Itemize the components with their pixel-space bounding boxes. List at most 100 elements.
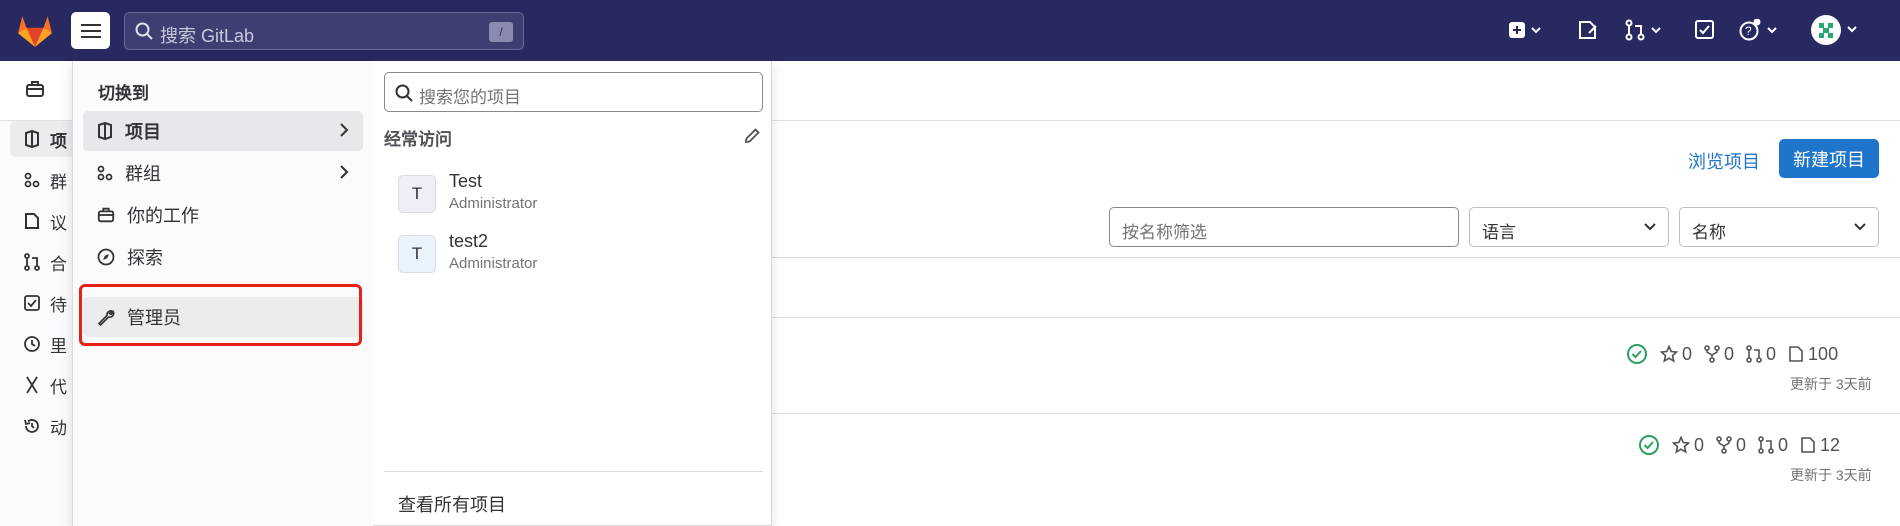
sidebar-item-label: 合 xyxy=(50,254,67,274)
issues-icon xyxy=(1801,437,1815,453)
snippet-icon xyxy=(26,376,38,394)
updated-time: 更新于 3天前 xyxy=(1790,376,1872,392)
gitlab-logo[interactable] xyxy=(16,12,54,48)
sidebar-item-label: 里 xyxy=(50,336,67,356)
merge-request-icon xyxy=(1746,345,1762,363)
star-icon xyxy=(1672,436,1690,454)
sidebar-item-label: 议 xyxy=(50,213,67,233)
project-icon xyxy=(98,122,112,140)
clock-icon xyxy=(24,336,40,352)
project-owner: Administrator xyxy=(449,195,538,212)
pipeline-passed-icon[interactable] xyxy=(1626,343,1648,365)
updated-time: 更新于 3天前 xyxy=(1790,467,1872,483)
search-icon xyxy=(135,22,153,40)
sidebar-item-projects[interactable]: 项 xyxy=(10,121,80,157)
issue-count-value: 12 xyxy=(1820,434,1841,455)
sidebar-item-activity[interactable]: 动 xyxy=(10,408,80,444)
menu-item-label: 项目 xyxy=(125,122,161,142)
divider xyxy=(384,471,763,472)
merge-request-count[interactable]: 0 xyxy=(1746,344,1776,365)
frequent-project-item[interactable]: T test2 Administrator xyxy=(398,231,748,281)
svg-text:?: ? xyxy=(1745,24,1752,38)
issue-count[interactable]: 100 xyxy=(1788,344,1838,365)
sidebar-item-merge-requests[interactable]: 合 xyxy=(10,244,80,280)
menu-item-explore[interactable]: 探索 xyxy=(83,237,363,277)
global-search-input[interactable]: 搜索 GitLab / xyxy=(124,12,524,50)
pipeline-passed-icon[interactable] xyxy=(1638,434,1660,456)
menu-toggle-button[interactable] xyxy=(71,12,110,49)
star-count-value: 0 xyxy=(1682,343,1693,364)
project-owner: Administrator xyxy=(449,255,538,272)
admin-highlight-box xyxy=(79,284,362,346)
briefcase-icon xyxy=(26,81,44,97)
merge-request-icon xyxy=(24,253,40,271)
fork-count[interactable]: 0 xyxy=(1704,344,1734,365)
issues-icon xyxy=(1789,346,1803,362)
star-icon xyxy=(1660,345,1678,363)
sort-select[interactable]: 名称 xyxy=(1679,207,1879,247)
issues-icon xyxy=(25,213,39,229)
project-search-input[interactable]: 搜索您的项目 xyxy=(384,72,763,112)
project-search-placeholder: 搜索您的项目 xyxy=(419,88,521,107)
sidebar-item-groups[interactable]: 群 xyxy=(10,162,80,198)
filter-by-name-input[interactable]: 按名称筛选 xyxy=(1109,207,1459,247)
divider xyxy=(772,257,1900,258)
menu-item-your-work[interactable]: 你的工作 xyxy=(83,195,363,235)
chevron-down-icon xyxy=(1644,223,1656,231)
project-avatar: T xyxy=(398,175,436,213)
language-select-value: 语言 xyxy=(1482,223,1516,242)
issues-icon[interactable] xyxy=(1577,19,1599,41)
search-placeholder: 搜索 GitLab xyxy=(160,26,255,46)
issue-count-value: 100 xyxy=(1808,343,1839,364)
chevron-right-icon xyxy=(340,165,349,179)
divider xyxy=(772,317,1900,318)
help-icon[interactable]: ? xyxy=(1739,19,1779,41)
fork-icon xyxy=(1704,345,1720,363)
sort-select-value: 名称 xyxy=(1692,223,1726,242)
pencil-icon[interactable] xyxy=(743,127,761,145)
star-count[interactable]: 0 xyxy=(1660,344,1692,365)
project-avatar: T xyxy=(398,235,436,273)
fork-count[interactable]: 0 xyxy=(1716,435,1746,456)
menu-item-projects[interactable]: 项目 xyxy=(83,111,363,151)
menu-item-groups[interactable]: 群组 xyxy=(83,153,363,193)
view-all-projects-link[interactable]: 查看所有项目 xyxy=(398,491,506,517)
switch-menu-dropdown: 切换到 项目 群组 你的工作 探索 管理员 搜索您的项目 经常访问 T Test… xyxy=(72,61,772,526)
avatar[interactable] xyxy=(1810,14,1860,46)
sidebar-item-label: 代 xyxy=(50,377,67,397)
merge-request-count[interactable]: 0 xyxy=(1758,435,1788,456)
menu-item-label: 探索 xyxy=(127,248,163,268)
left-sidebar: 项 群 议 合 待 里 代 动 xyxy=(0,121,80,526)
search-icon xyxy=(395,84,413,102)
sidebar-item-issues[interactable]: 议 xyxy=(10,203,80,239)
chevron-right-icon xyxy=(340,123,349,137)
browse-projects-link[interactable]: 浏览项目 xyxy=(1688,148,1760,174)
menu-item-label: 你的工作 xyxy=(127,206,199,226)
menu-context-list: 切换到 项目 群组 你的工作 探索 管理员 xyxy=(73,61,373,526)
sidebar-item-snippets[interactable]: 代 xyxy=(10,367,80,403)
sidebar-item-todos[interactable]: 待 xyxy=(10,285,80,321)
fork-count-value: 0 xyxy=(1724,343,1735,364)
divider xyxy=(772,413,1900,414)
history-icon xyxy=(24,419,39,433)
group-icon xyxy=(97,165,113,181)
plus-square-icon[interactable] xyxy=(1508,19,1542,41)
menu-icon xyxy=(80,23,101,38)
project-name: Test xyxy=(449,171,483,191)
fork-icon xyxy=(1716,436,1732,454)
frequent-project-item[interactable]: T Test Administrator xyxy=(398,171,748,221)
group-icon xyxy=(24,172,40,188)
new-project-button[interactable]: 新建项目 xyxy=(1779,139,1879,178)
switch-to-heading: 切换到 xyxy=(98,84,149,103)
menu-item-label: 群组 xyxy=(125,164,161,184)
merge-request-icon[interactable] xyxy=(1624,19,1662,41)
language-select[interactable]: 语言 xyxy=(1469,207,1669,247)
issue-count[interactable]: 12 xyxy=(1800,435,1840,456)
todo-icon[interactable] xyxy=(1694,19,1716,41)
sidebar-item-label: 待 xyxy=(50,295,67,315)
sidebar-item-milestones[interactable]: 里 xyxy=(10,326,80,362)
star-count[interactable]: 0 xyxy=(1672,435,1704,456)
fork-count-value: 0 xyxy=(1736,434,1747,455)
top-navbar: 搜索 GitLab / ? xyxy=(0,0,1900,61)
project-name: test2 xyxy=(449,231,489,251)
